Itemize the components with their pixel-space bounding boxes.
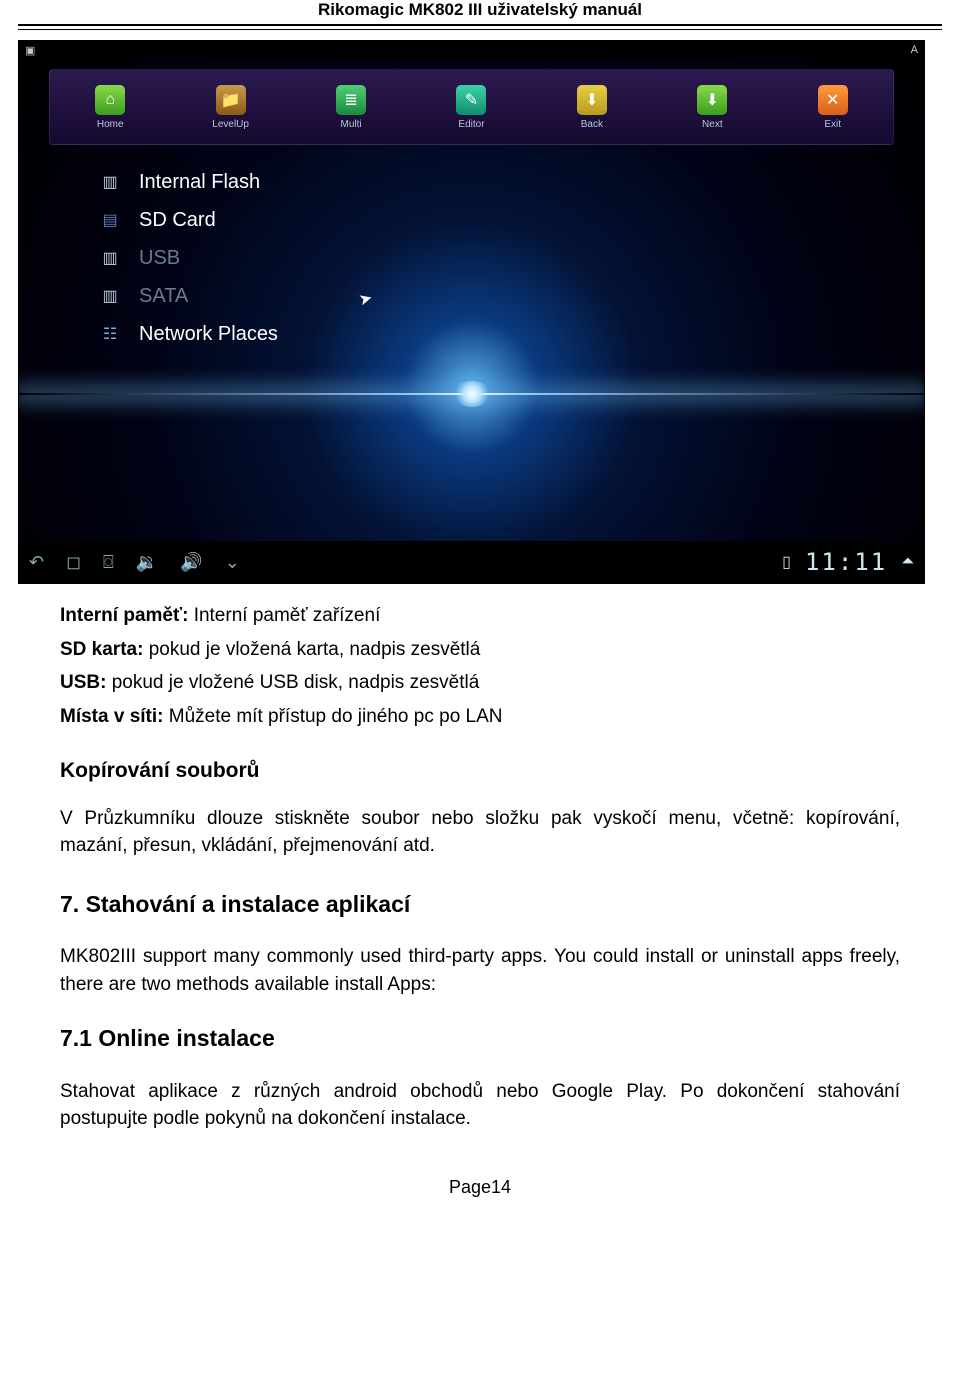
chapter-7-1-text: Stahovat aplikace z různých android obch… — [60, 1078, 900, 1133]
sd-tray-icon: ▯ — [782, 552, 791, 572]
android-screenshot: ▣ A ⌂ Home 📁 LevelUp ≣ Multi ✎ Editor ⬇ … — [18, 40, 925, 584]
close-icon: ✕ — [818, 85, 848, 115]
folder-up-icon: 📁 — [216, 85, 246, 115]
toolbar-label: Editor — [439, 119, 503, 130]
divider-thin — [18, 29, 942, 30]
toolbar-label: Home — [78, 119, 142, 130]
network-icon: ☷ — [97, 323, 123, 345]
def-sd: SD karta: pokud je vložená karta, nadpis… — [60, 636, 900, 664]
storage-sata[interactable]: ▥ SATA — [97, 277, 278, 315]
status-left-icon: ▣ — [25, 44, 35, 57]
chapter-7-1-title: 7.1 Online instalace — [60, 1022, 900, 1055]
toolbar-label: Back — [560, 119, 624, 130]
android-navbar: ↶ ◻ ⌼ 🔉 🔊 ⌄ ▯ 11:11 ⏶ — [19, 541, 924, 583]
back-arrow-icon: ⬇ — [577, 85, 607, 115]
storage-sd-card[interactable]: ▤ SD Card — [97, 201, 278, 239]
def-internal: Interní paměť: Interní paměť zařízení — [60, 602, 900, 630]
file-manager-toolbar: ⌂ Home 📁 LevelUp ≣ Multi ✎ Editor ⬇ Back… — [49, 69, 894, 145]
toolbar-exit[interactable]: ✕ Exit — [801, 85, 865, 130]
section-copy-text: V Průzkumníku dlouze stiskněte soubor ne… — [60, 805, 900, 860]
usb-icon: ▥ — [97, 247, 123, 269]
list-icon: ≣ — [336, 85, 366, 115]
def-usb: USB: pokud je vložené USB disk, nadpis z… — [60, 669, 900, 697]
toolbar-levelup[interactable]: 📁 LevelUp — [199, 85, 263, 130]
status-bar: ▣ A — [19, 41, 924, 59]
toolbar-label: Multi — [319, 119, 383, 130]
clock: 11:11 — [805, 548, 887, 576]
chapter-7-title: 7. Stahování a instalace aplikací — [60, 888, 900, 921]
page-footer: Page14 — [0, 1177, 960, 1204]
toolbar-next[interactable]: ⬇ Next — [680, 85, 744, 130]
chapter-7-text: MK802III support many commonly used thir… — [60, 943, 900, 998]
divider-thick — [18, 24, 942, 26]
status-right-icon: A — [911, 44, 918, 56]
edit-icon: ✎ — [456, 85, 486, 115]
storage-usb[interactable]: ▥ USB — [97, 239, 278, 277]
toolbar-multi[interactable]: ≣ Multi — [319, 85, 383, 130]
chip-icon: ▥ — [97, 171, 123, 193]
sd-card-icon: ▤ — [97, 209, 123, 231]
hide-bar-icon[interactable]: ⌄ — [225, 552, 240, 573]
section-copy-title: Kopírování souborů — [60, 756, 900, 786]
sata-icon: ▥ — [97, 285, 123, 307]
volume-down-icon[interactable]: 🔉 — [136, 552, 158, 573]
storage-internal-flash[interactable]: ▥ Internal Flash — [97, 163, 278, 201]
storage-label: Network Places — [139, 323, 278, 346]
storage-label: Internal Flash — [139, 171, 260, 194]
page-header: Rikomagic MK802 III uživatelský manuál — [0, 0, 960, 24]
wifi-icon: ⏶ — [901, 553, 914, 571]
storage-label: SATA — [139, 285, 188, 308]
toolbar-editor[interactable]: ✎ Editor — [439, 85, 503, 130]
storage-network-places[interactable]: ☷ Network Places — [97, 315, 278, 353]
storage-label: SD Card — [139, 209, 216, 232]
next-arrow-icon: ⬇ — [697, 85, 727, 115]
storage-label: USB — [139, 247, 180, 270]
toolbar-label: Exit — [801, 119, 865, 130]
def-network: Místa v síti: Můžete mít přístup do jiné… — [60, 703, 900, 731]
recents-icon[interactable]: ⌼ — [103, 552, 114, 573]
lens-flare-core — [452, 381, 492, 407]
toolbar-back[interactable]: ⬇ Back — [560, 85, 624, 130]
home-nav-icon[interactable]: ◻ — [66, 552, 81, 573]
toolbar-home[interactable]: ⌂ Home — [78, 85, 142, 130]
back-icon[interactable]: ↶ — [29, 552, 44, 573]
toolbar-label: Next — [680, 119, 744, 130]
toolbar-label: LevelUp — [199, 119, 263, 130]
storage-list: ▥ Internal Flash ▤ SD Card ▥ USB ▥ SATA … — [97, 163, 278, 353]
volume-up-icon[interactable]: 🔊 — [180, 552, 202, 573]
home-icon: ⌂ — [95, 85, 125, 115]
